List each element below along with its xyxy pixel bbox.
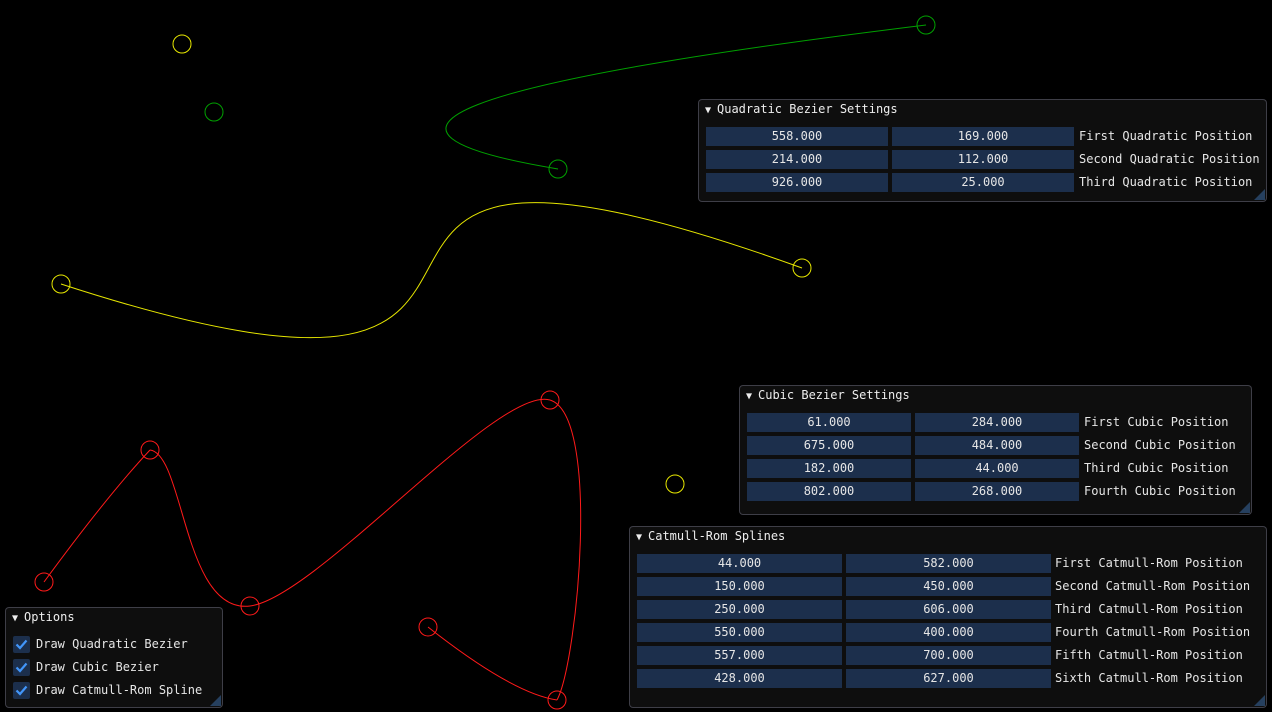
quadratic-1-x-field[interactable]: 558.000 <box>706 127 888 146</box>
catmull-1-y-field[interactable]: 582.000 <box>846 554 1051 573</box>
cubic-1-x-field[interactable]: 61.000 <box>747 413 911 432</box>
catmull-1-x-field[interactable]: 44.000 <box>637 554 842 573</box>
cubic-4-x-field[interactable]: 802.000 <box>747 482 911 501</box>
catmull-window-titlebar[interactable]: ▼ Catmull-Rom Splines <box>630 527 1266 546</box>
catmull-6-x-field[interactable]: 428.000 <box>637 669 842 688</box>
cubic-row-4: 802.000 268.000 Fourth Cubic Position <box>740 482 1251 501</box>
checkmark-icon <box>15 662 28 673</box>
cubic-checkbox-label: Draw Cubic Bezier <box>36 660 159 674</box>
collapse-triangle-icon[interactable]: ▼ <box>12 609 24 628</box>
catmull-1-label: First Catmull-Rom Position <box>1055 556 1243 570</box>
catmull-6-label: Sixth Catmull-Rom Position <box>1055 671 1243 685</box>
window-title: Options <box>24 610 75 624</box>
cubic-control-point-2[interactable] <box>665 474 685 494</box>
cubic-4-y-field[interactable]: 268.000 <box>915 482 1079 501</box>
catmull-rom-segment-start <box>43 449 151 583</box>
cubic-row-1: 61.000 284.000 First Cubic Position <box>740 413 1251 432</box>
catmull-3-x-field[interactable]: 250.000 <box>637 600 842 619</box>
quadratic-3-y-field[interactable]: 25.000 <box>892 173 1074 192</box>
catmull-rom-segment-3 <box>549 399 582 701</box>
collapse-triangle-icon[interactable]: ▼ <box>636 528 648 547</box>
quadratic-1-label: First Quadratic Position <box>1079 129 1253 143</box>
catmull-3-y-field[interactable]: 606.000 <box>846 600 1051 619</box>
checkmark-icon <box>15 639 28 650</box>
options-window-titlebar[interactable]: ▼ Options <box>6 608 222 627</box>
catmull-rom-segment-2 <box>249 398 551 607</box>
window-title: Cubic Bezier Settings <box>758 388 910 402</box>
quadratic-2-x-field[interactable]: 214.000 <box>706 150 888 169</box>
quadratic-checkbox[interactable] <box>13 636 30 653</box>
quadratic-row-2: 214.000 112.000 Second Quadratic Positio… <box>699 150 1266 169</box>
cubic-control-point-3[interactable] <box>172 34 192 54</box>
cubic-checkbox[interactable] <box>13 659 30 676</box>
cubic-3-y-field[interactable]: 44.000 <box>915 459 1079 478</box>
quadratic-window-titlebar[interactable]: ▼ Quadratic Bezier Settings <box>699 100 1266 119</box>
collapse-triangle-icon[interactable]: ▼ <box>705 101 717 120</box>
cubic-1-y-field[interactable]: 284.000 <box>915 413 1079 432</box>
quadratic-row-3: 926.000 25.000 Third Quadratic Position <box>699 173 1266 192</box>
cubic-row-2: 675.000 484.000 Second Cubic Position <box>740 436 1251 455</box>
cubic-row-3: 182.000 44.000 Third Cubic Position <box>740 459 1251 478</box>
catmull-rom-segment-1 <box>149 449 251 607</box>
checkmark-icon <box>15 685 28 696</box>
catmull-row-2: 150.000 450.000 Second Catmull-Rom Posit… <box>630 577 1266 596</box>
catmull-5-y-field[interactable]: 700.000 <box>846 646 1051 665</box>
quadratic-checkbox-label: Draw Quadratic Bezier <box>36 637 188 651</box>
options-window: ▼ Options Draw Quadratic Bezier Draw Cubi… <box>5 607 223 708</box>
catmull-row-5: 557.000 700.000 Fifth Catmull-Rom Positi… <box>630 646 1266 665</box>
catmull-checkbox[interactable] <box>13 682 30 699</box>
quadratic-row-1: 558.000 169.000 First Quadratic Position <box>699 127 1266 146</box>
cubic-window-titlebar[interactable]: ▼ Cubic Bezier Settings <box>740 386 1251 405</box>
quadratic-settings-window: ▼ Quadratic Bezier Settings 558.000 169.0… <box>698 99 1267 202</box>
catmull-row-4: 550.000 400.000 Fourth Catmull-Rom Posit… <box>630 623 1266 642</box>
cubic-2-x-field[interactable]: 675.000 <box>747 436 911 455</box>
catmull-row-3: 250.000 606.000 Third Catmull-Rom Positi… <box>630 600 1266 619</box>
cubic-3-x-field[interactable]: 182.000 <box>747 459 911 478</box>
cubic-3-label: Third Cubic Position <box>1084 461 1229 475</box>
cubic-bezier-curve <box>60 202 803 339</box>
catmull-rom-segment-end <box>427 626 558 701</box>
quadratic-3-x-field[interactable]: 926.000 <box>706 173 888 192</box>
option-draw-quadratic[interactable]: Draw Quadratic Bezier <box>6 635 222 654</box>
quadratic-2-y-field[interactable]: 112.000 <box>892 150 1074 169</box>
option-draw-catmull[interactable]: Draw Catmull-Rom Spline <box>6 681 222 700</box>
option-draw-cubic[interactable]: Draw Cubic Bezier <box>6 658 222 677</box>
catmull-5-label: Fifth Catmull-Rom Position <box>1055 648 1243 662</box>
catmull-2-x-field[interactable]: 150.000 <box>637 577 842 596</box>
catmull-rom-window: ▼ Catmull-Rom Splines 44.000 582.000 Firs… <box>629 526 1267 708</box>
catmull-6-y-field[interactable]: 627.000 <box>846 669 1051 688</box>
cubic-settings-window: ▼ Cubic Bezier Settings 61.000 284.000 Fi… <box>739 385 1252 515</box>
catmull-4-y-field[interactable]: 400.000 <box>846 623 1051 642</box>
cubic-2-y-field[interactable]: 484.000 <box>915 436 1079 455</box>
quadratic-control-point-2[interactable] <box>204 102 224 122</box>
catmull-checkbox-label: Draw Catmull-Rom Spline <box>36 683 203 697</box>
cubic-4-label: Fourth Cubic Position <box>1084 484 1236 498</box>
cubic-1-label: First Cubic Position <box>1084 415 1229 429</box>
resize-grip-icon[interactable] <box>1254 695 1265 706</box>
cubic-2-label: Second Cubic Position <box>1084 438 1236 452</box>
catmull-row-1: 44.000 582.000 First Catmull-Rom Positio… <box>630 554 1266 573</box>
window-title: Quadratic Bezier Settings <box>717 102 898 116</box>
quadratic-2-label: Second Quadratic Position <box>1079 152 1260 166</box>
catmull-3-label: Third Catmull-Rom Position <box>1055 602 1243 616</box>
catmull-4-label: Fourth Catmull-Rom Position <box>1055 625 1251 639</box>
catmull-2-y-field[interactable]: 450.000 <box>846 577 1051 596</box>
collapse-triangle-icon[interactable]: ▼ <box>746 387 758 406</box>
quadratic-1-y-field[interactable]: 169.000 <box>892 127 1074 146</box>
resize-grip-icon[interactable] <box>1254 189 1265 200</box>
catmull-5-x-field[interactable]: 557.000 <box>637 646 842 665</box>
quadratic-3-label: Third Quadratic Position <box>1079 175 1253 189</box>
catmull-row-6: 428.000 627.000 Sixth Catmull-Rom Positi… <box>630 669 1266 688</box>
catmull-4-x-field[interactable]: 550.000 <box>637 623 842 642</box>
window-title: Catmull-Rom Splines <box>648 529 786 543</box>
resize-grip-icon[interactable] <box>1239 502 1250 513</box>
catmull-2-label: Second Catmull-Rom Position <box>1055 579 1251 593</box>
resize-grip-icon[interactable] <box>210 695 221 706</box>
